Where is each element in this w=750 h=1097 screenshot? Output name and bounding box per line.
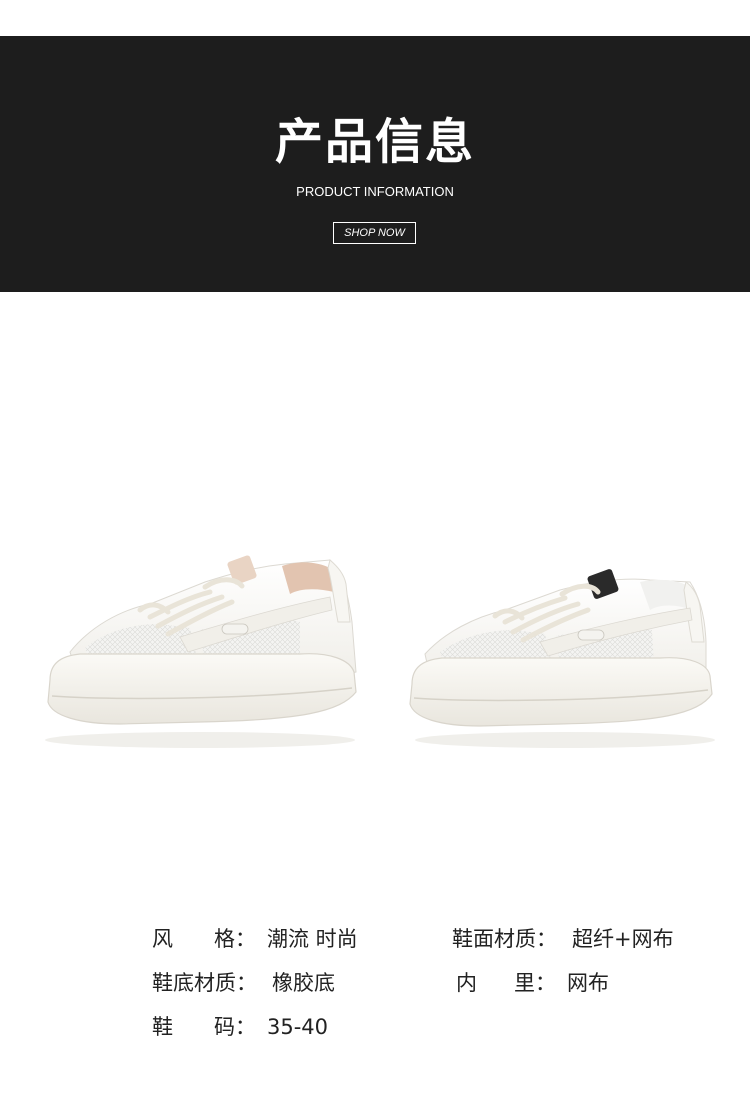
spec-upper-material-value: 超纤+网布	[572, 927, 674, 951]
spec-style-label-b: 格：	[214, 927, 256, 951]
spec-size-label: 鞋 码：	[152, 1012, 256, 1042]
spec-size-value: 35-40	[267, 1015, 329, 1039]
spec-size: 鞋 码： 35-40	[152, 1012, 328, 1042]
banner-subtitle: PRODUCT INFORMATION	[296, 184, 454, 199]
left-shoe	[45, 555, 357, 748]
spec-style-value: 潮流 时尚	[267, 927, 358, 951]
spec-size-label-b: 码：	[214, 1015, 256, 1039]
spec-lining: 内 里： 网布	[456, 968, 609, 998]
product-info-banner: 产品信息 PRODUCT INFORMATION SHOP NOW	[0, 36, 750, 292]
spec-style-label-a: 风	[152, 927, 173, 951]
spec-sole-material-label: 鞋底材质：	[152, 971, 257, 995]
spec-lining-label: 内 里：	[456, 968, 556, 998]
sneaker-pair-image	[0, 292, 750, 892]
spec-style: 风 格： 潮流 时尚	[152, 924, 358, 954]
product-spec-list: 风 格： 潮流 时尚 鞋面材质： 超纤+网布 鞋底材质： 橡胶底 内 里： 网布…	[0, 916, 750, 1056]
spec-sole-material-value: 橡胶底	[272, 971, 335, 995]
spec-upper-material-label: 鞋面材质：	[452, 927, 557, 951]
right-shoe	[409, 569, 715, 748]
spec-lining-label-b: 里：	[514, 971, 556, 995]
spec-upper-material: 鞋面材质： 超纤+网布	[452, 924, 674, 954]
spec-lining-value: 网布	[567, 971, 609, 995]
spec-style-label: 风 格：	[152, 924, 256, 954]
shop-now-button[interactable]: SHOP NOW	[333, 222, 416, 244]
spec-sole-material: 鞋底材质： 橡胶底	[152, 968, 335, 998]
banner-title: 产品信息	[274, 114, 475, 170]
spec-size-label-a: 鞋	[152, 1015, 173, 1039]
spec-lining-label-a: 内	[456, 971, 477, 995]
